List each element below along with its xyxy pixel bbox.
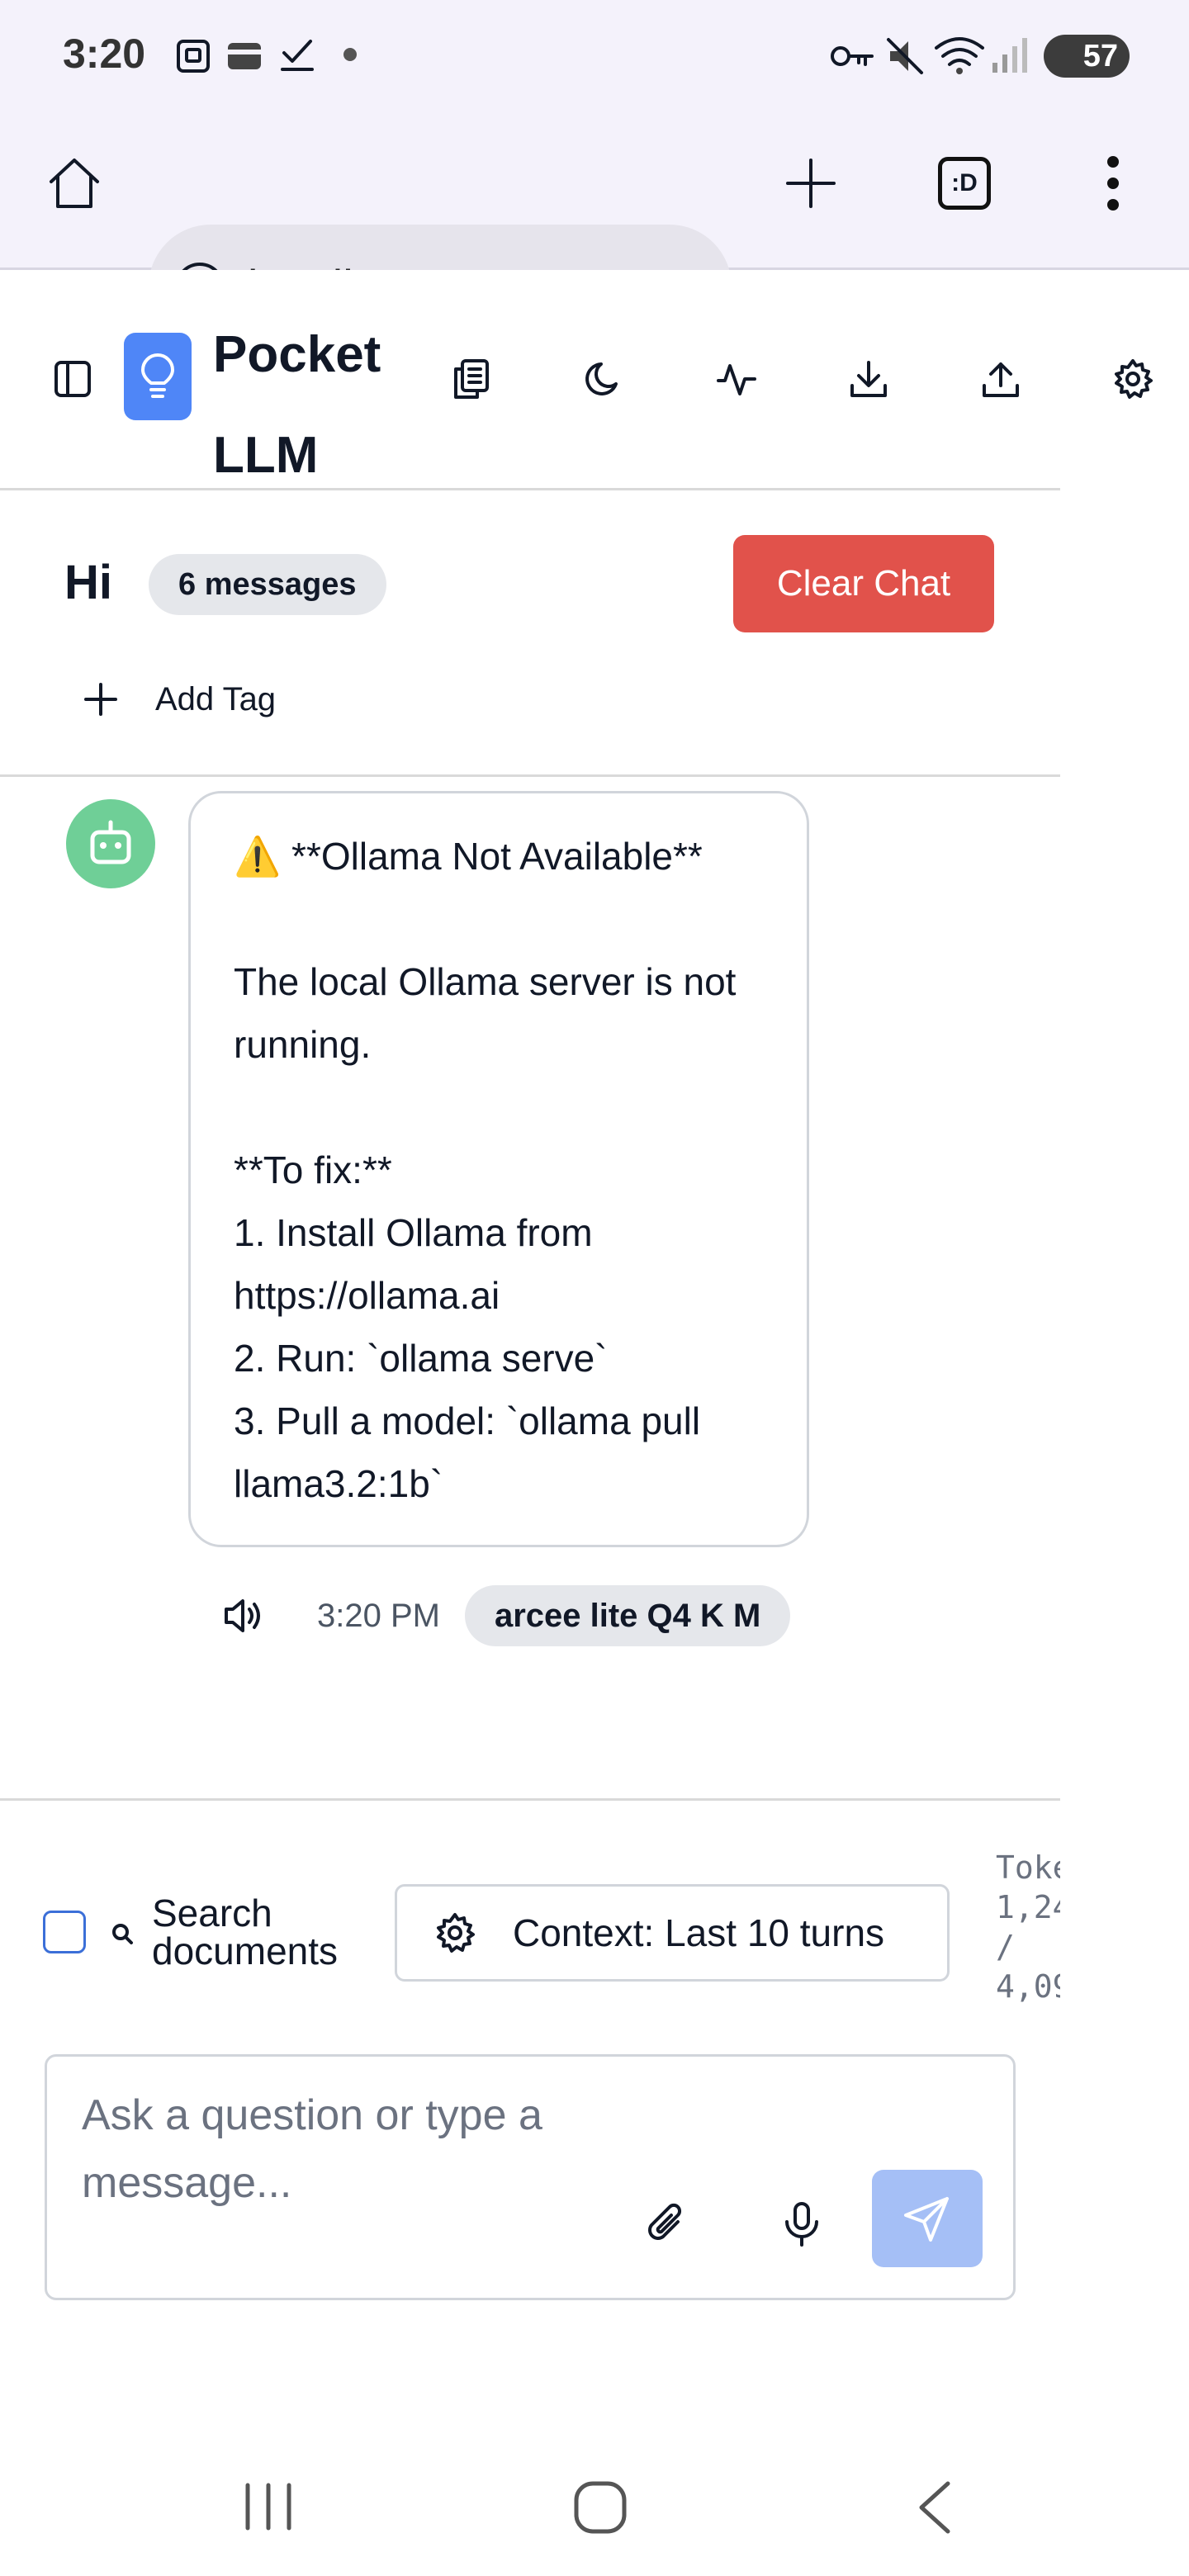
home-nav-icon[interactable]	[573, 2480, 628, 2535]
screenshot-icon	[177, 40, 210, 73]
battery-indicator: 57	[1044, 35, 1130, 78]
message-time: 3:20 PM	[317, 1597, 440, 1634]
divider	[0, 774, 1060, 777]
system-nav-bar	[0, 2444, 1189, 2576]
bot-icon	[90, 820, 131, 864]
plus-icon	[84, 683, 117, 716]
message-line: ⚠️ **Ollama Not Available**	[234, 835, 703, 878]
token-line: 4,09	[996, 1968, 1060, 2005]
browser-toolbar: localhost:5000 :D	[0, 107, 1189, 348]
battery-level: 57	[1082, 39, 1118, 73]
status-bar: 3:20 57	[0, 0, 1189, 107]
task-done-icon	[281, 40, 314, 71]
message-input[interactable]	[82, 2081, 660, 2222]
new-tab-icon[interactable]	[783, 155, 839, 211]
send-button[interactable]	[872, 2170, 983, 2267]
assistant-message-bubble: ⚠️ **Ollama Not Available** The local Ol…	[188, 791, 809, 1547]
mute-icon	[887, 38, 923, 74]
assistant-avatar	[66, 799, 155, 888]
message-line: The local Ollama server is not running.	[234, 960, 737, 1066]
token-counter: Toke 1,24 / 4,09	[996, 1848, 1060, 2006]
app-title: Pocket LLM	[213, 326, 381, 484]
clear-chat-button[interactable]: Clear Chat	[733, 535, 994, 632]
chat-title: Hi	[64, 556, 112, 609]
upload-icon[interactable]	[979, 358, 1022, 400]
tab-switcher-icon[interactable]: :D	[938, 157, 991, 210]
notification-dot-icon	[343, 48, 357, 61]
add-tag-label: Add Tag	[155, 680, 277, 717]
recent-apps-icon[interactable]	[241, 2482, 296, 2531]
back-icon[interactable]	[915, 2480, 955, 2535]
home-icon[interactable]	[46, 155, 102, 211]
message-composer	[45, 2054, 1016, 2300]
message-meta: 3:20 PM arcee lite Q4 K M	[221, 1585, 791, 1646]
message-line: 1. Install Ollama from https://ollama.ai	[234, 1211, 593, 1317]
download-icon[interactable]	[847, 358, 890, 400]
search-documents-checkbox[interactable]	[43, 1911, 86, 1953]
paperclip-icon[interactable]	[642, 2199, 691, 2248]
wallet-icon	[228, 43, 261, 69]
message-line: **To fix:**	[234, 1148, 392, 1191]
send-icon	[904, 2197, 949, 2242]
copy-icon[interactable]	[449, 358, 492, 400]
status-time: 3:20	[63, 31, 146, 77]
wifi-icon	[935, 37, 984, 74]
microphone-icon[interactable]	[777, 2199, 827, 2248]
search-documents-label[interactable]: Search documents	[152, 1894, 367, 1970]
token-line: /	[996, 1929, 1015, 1965]
message-line: 2. Run: `ollama serve`	[234, 1337, 608, 1380]
context-label: Context: Last 10 turns	[513, 1911, 885, 1954]
vpn-key-icon	[831, 46, 874, 66]
app-header: Pocket LLM	[0, 270, 1153, 490]
model-badge: arcee lite Q4 K M	[464, 1585, 791, 1646]
activity-icon[interactable]	[715, 358, 758, 400]
gear-icon	[437, 1913, 475, 1953]
message-line: 3. Pull a model: `ollama pull llama3.2:1…	[234, 1399, 701, 1505]
brand-logo	[124, 333, 192, 420]
signal-icon	[992, 38, 1027, 73]
moon-icon[interactable]	[583, 358, 626, 400]
context-settings-button[interactable]: Context: Last 10 turns	[395, 1884, 950, 1982]
add-tag-button[interactable]: Add Tag	[83, 669, 276, 730]
token-line: Toke	[996, 1849, 1060, 1886]
speaker-icon[interactable]	[221, 1594, 264, 1637]
divider	[0, 1798, 1060, 1801]
message-count-badge: 6 messages	[149, 554, 386, 615]
search-icon	[112, 1924, 133, 1944]
more-menu-icon[interactable]	[1098, 154, 1128, 213]
token-line: 1,24	[996, 1889, 1060, 1925]
lightbulb-icon	[141, 353, 174, 398]
sidebar-toggle-icon[interactable]	[53, 359, 92, 399]
gear-icon[interactable]	[1111, 358, 1154, 400]
